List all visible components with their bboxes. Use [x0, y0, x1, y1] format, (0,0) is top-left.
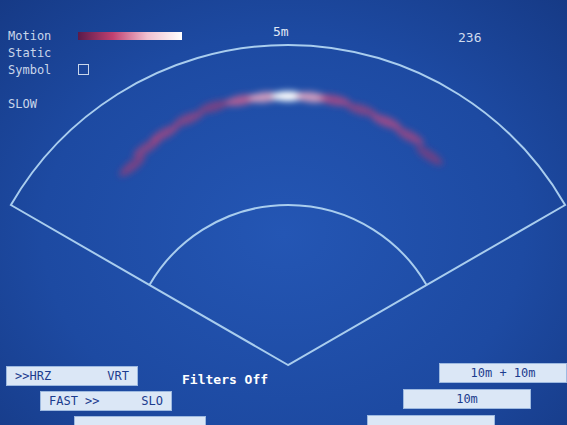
sonar-screen: Motion Static Symbol SLOW 5m 236 Filters Off >>… — [0, 0, 567, 425]
range-ring — [149, 205, 426, 285]
range-label: 5m — [273, 24, 289, 39]
mode-button[interactable] — [74, 416, 206, 425]
echo — [393, 124, 426, 148]
range-button[interactable] — [367, 415, 495, 425]
mode-button[interactable]: FAST >>SLO — [40, 391, 172, 411]
echo — [197, 97, 231, 115]
motion-gradient — [78, 32, 182, 40]
sonar-sector — [11, 45, 565, 365]
legend-item: Motion — [8, 28, 182, 43]
legend-item: Static — [8, 45, 182, 60]
echo — [413, 142, 445, 168]
speed-label: SLOW — [8, 97, 182, 111]
mode-button[interactable]: >>HRZVRT — [6, 366, 138, 386]
echo — [117, 152, 148, 180]
symbol-icon[interactable] — [78, 64, 89, 75]
counter: 236 — [458, 30, 481, 45]
legend-item: Symbol — [8, 62, 182, 77]
range-button[interactable]: 10m — [403, 389, 531, 409]
filter-status: Filters Off — [182, 372, 268, 387]
legend: Motion Static Symbol SLOW — [8, 28, 182, 111]
range-button[interactable]: 10m + 10m — [439, 363, 567, 383]
